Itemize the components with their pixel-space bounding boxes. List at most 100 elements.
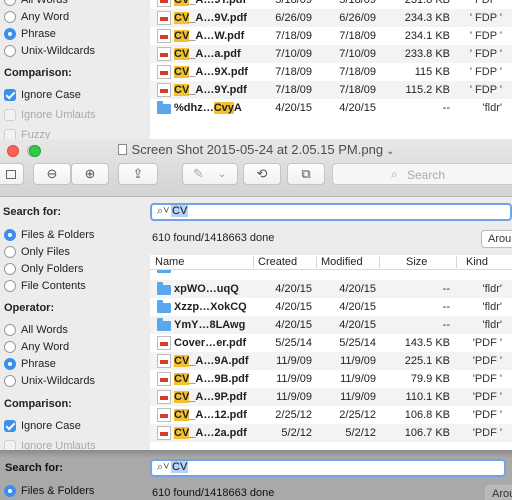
date-created: 4/20/15: [275, 301, 312, 313]
zoom-out-button[interactable]: ⊖: [33, 163, 71, 185]
match-highlight: CV: [174, 355, 190, 367]
operator-option[interactable]: All Words: [4, 322, 68, 338]
toolbar-search-placeholder: Search: [407, 168, 446, 182]
toolbar-search-field[interactable]: ⌕ Search: [332, 163, 512, 185]
radio-button[interactable]: [4, 324, 16, 336]
column-kind[interactable]: Kind: [466, 256, 488, 268]
scope-option[interactable]: Only Files: [4, 244, 70, 260]
radio-button[interactable]: [4, 0, 16, 6]
match-highlight: CV: [174, 12, 190, 24]
scope-option[interactable]: Files & Folders: [4, 227, 94, 243]
column-divider[interactable]: [253, 256, 254, 268]
table-row[interactable]: CV_A…9A.pdf 11/9/09 11/9/09 225.1 KB 'PDF ': [150, 352, 512, 370]
table-row[interactable]: xpWO…uqQ 4/20/15 4/20/15 -- 'fldr': [150, 280, 512, 298]
radio-button[interactable]: [4, 45, 16, 57]
table-row-partial[interactable]: [150, 270, 512, 276]
radio-button[interactable]: [4, 28, 16, 40]
table-row[interactable]: CV_A…2a.pdf 5/2/12 5/2/12 106.7 KB 'PDF ': [150, 424, 512, 442]
file-name-suffix: _A…9V.pdf: [189, 12, 247, 24]
radio-button[interactable]: [4, 280, 16, 292]
markup-button[interactable]: ✎ ⌄: [182, 163, 238, 185]
column-divider[interactable]: [456, 256, 457, 268]
table-row[interactable]: CV_A…9X.pdf 7/18/09 7/18/09 115 KB ' FDP ': [150, 63, 512, 81]
table-row[interactable]: CV_A…12.pdf 2/25/12 2/25/12 106.8 KB 'PDF ': [150, 406, 512, 424]
bottom-scope-option[interactable]: Files & Folders: [4, 483, 94, 499]
date-modified: 2/25/12: [339, 409, 376, 421]
pdf-file-icon: [157, 390, 171, 404]
operator-option[interactable]: All Words: [4, 0, 68, 8]
option-label: Ignore Umlauts: [21, 440, 96, 450]
toolbox-button[interactable]: ⧉: [287, 163, 325, 185]
search-input[interactable]: ⌕˅ CV: [150, 203, 512, 221]
table-row[interactable]: CV_A…W.pdf 7/18/09 7/18/09 234.1 KB ' FDP ': [150, 27, 512, 45]
operator-option[interactable]: Phrase: [4, 356, 56, 372]
file-kind: 'fldr': [482, 283, 502, 295]
checkbox: [4, 109, 16, 121]
column-divider[interactable]: [316, 256, 317, 268]
top-file-list[interactable]: CV_A…9T.pdf 5/18/09 5/18/09 231.8 KB ' FDP '…: [150, 0, 512, 139]
option-label: Files & Folders: [21, 485, 95, 497]
column-created[interactable]: Created: [258, 256, 297, 268]
column-size[interactable]: Size: [406, 256, 427, 268]
bottom-search-input[interactable]: ⌕˅ CV: [150, 459, 506, 477]
radio-button[interactable]: [4, 375, 16, 387]
file-name-suffix: A: [233, 102, 242, 114]
date-created: 7/18/09: [275, 30, 312, 42]
operator-option[interactable]: Any Word: [4, 9, 69, 25]
top-sidebar: All Words Any Word Phrase Unix-Wildcards Co…: [0, 0, 148, 139]
search-scope-button[interactable]: Arou: [481, 230, 512, 248]
column-divider[interactable]: [379, 256, 380, 268]
operator-option[interactable]: Unix-Wildcards: [4, 373, 95, 389]
radio-button[interactable]: [4, 263, 16, 275]
operator-option[interactable]: Unix-Wildcards: [4, 43, 95, 59]
table-row[interactable]: %dhz…CvyA 4/20/15 4/20/15 -- 'fldr': [150, 99, 512, 117]
option-label: File Contents: [21, 280, 86, 292]
window-title[interactable]: Screen Shot 2015-05-24 at 2.05.15 PM.png…: [0, 142, 512, 157]
sidebar-toggle-button[interactable]: [0, 163, 24, 185]
table-row[interactable]: CV_A…9P.pdf 11/9/09 11/9/09 110.1 KB 'PDF ': [150, 388, 512, 406]
radio-button[interactable]: [4, 229, 16, 241]
scope-option[interactable]: Only Folders: [4, 261, 83, 277]
column-name[interactable]: Name: [155, 256, 184, 268]
table-row[interactable]: CV_A…9B.pdf 11/9/09 11/9/09 79.9 KB 'PDF ': [150, 370, 512, 388]
match-highlight: CV: [174, 373, 190, 385]
sidebar-icon: [6, 169, 16, 179]
column-modified[interactable]: Modified: [321, 256, 363, 268]
search-status: 610 found/1418663 done: [152, 232, 275, 244]
table-row[interactable]: Xzzp…XokCQ 4/20/15 4/20/15 -- 'fldr': [150, 298, 512, 316]
share-button[interactable]: ⇪: [118, 163, 158, 185]
radio-button[interactable]: [4, 358, 16, 370]
radio-button[interactable]: [4, 485, 16, 497]
table-row[interactable]: Cover…er.pdf 5/25/14 5/25/14 143.5 KB 'PDF ': [150, 334, 512, 352]
operator-option[interactable]: Phrase: [4, 26, 56, 42]
table-row[interactable]: CV_A…9Y.pdf 7/18/09 7/18/09 115.2 KB ' FDP ': [150, 81, 512, 99]
table-row[interactable]: YmY…8LAwg 4/20/15 4/20/15 -- 'fldr': [150, 316, 512, 334]
pdf-file-icon: [157, 83, 171, 97]
checkbox[interactable]: [4, 420, 16, 432]
scope-option[interactable]: File Contents: [4, 278, 86, 294]
table-row[interactable]: CV_A…9V.pdf 6/26/09 6/26/09 234.3 KB ' FDP ': [150, 9, 512, 27]
option-label: Only Folders: [21, 263, 84, 275]
operator-option[interactable]: Any Word: [4, 339, 69, 355]
radio-button[interactable]: [4, 341, 16, 353]
checkbox: [4, 129, 16, 139]
table-row[interactable]: CV_A…a.pdf 7/10/09 7/10/09 233.8 KB ' FDP ': [150, 45, 512, 63]
comparison-option[interactable]: Ignore Case: [4, 87, 81, 103]
results-file-list[interactable]: xpWO…uqQ 4/20/15 4/20/15 --'fldr' Xzzp…XokCQ…: [150, 270, 512, 450]
rotate-button[interactable]: ⟲: [243, 163, 281, 185]
pdf-file-icon: [157, 336, 171, 350]
option-label: All Words: [21, 324, 68, 336]
table-row[interactable]: CV_A…9T.pdf 5/18/09 5/18/09 231.8 KB ' FDP ': [150, 0, 512, 9]
zoom-in-button[interactable]: ⊕: [71, 163, 109, 185]
file-name-prefix: %dhz…: [174, 102, 214, 114]
checkbox[interactable]: [4, 89, 16, 101]
radio-button[interactable]: [4, 11, 16, 23]
option-label: Only Files: [21, 246, 70, 258]
bottom-scope-button[interactable]: Arou: [485, 485, 512, 500]
radio-button[interactable]: [4, 246, 16, 258]
comparison-option: Fuzzy: [4, 127, 50, 139]
file-size: 143.5 KB: [404, 337, 450, 349]
comparison-option[interactable]: Ignore Case: [4, 418, 81, 434]
file-name-suffix: _A…a.pdf: [189, 48, 241, 60]
file-name: CV_A…9P.pdf: [174, 388, 256, 406]
